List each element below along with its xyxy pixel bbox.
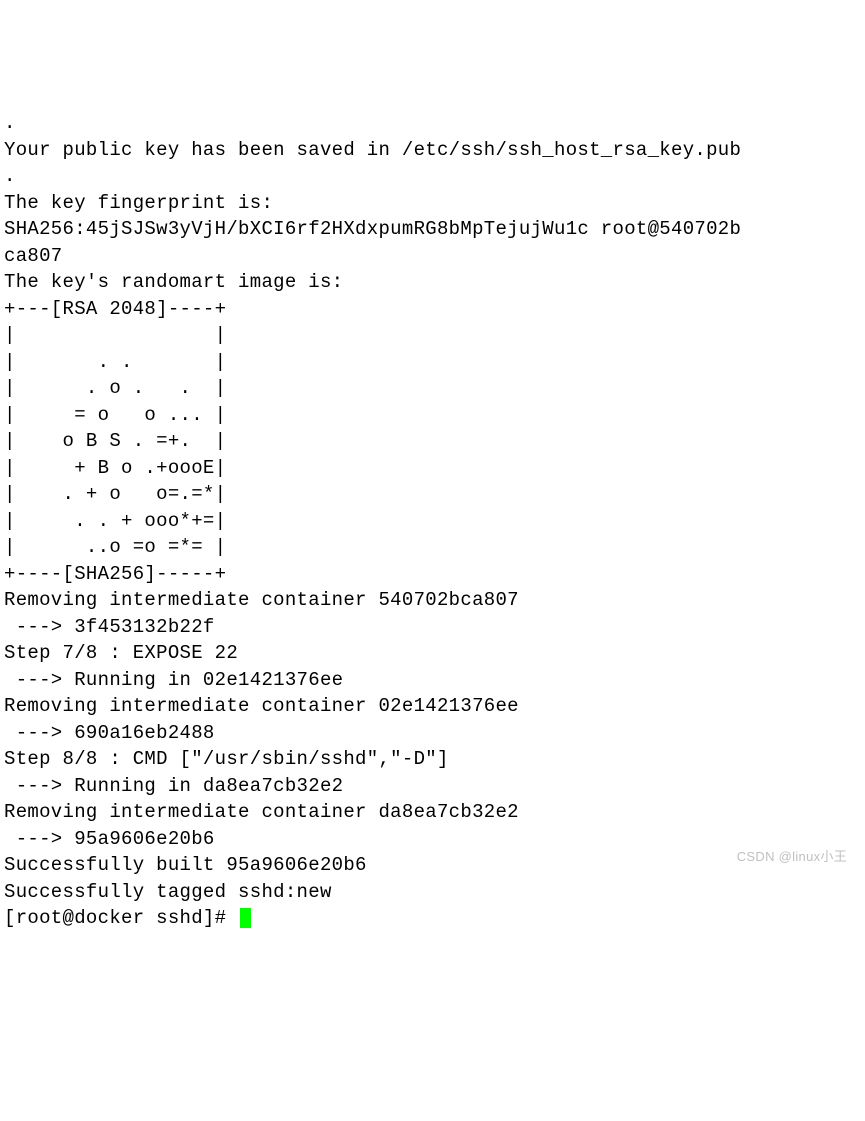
shell-prompt: [root@docker sshd]# (4, 905, 238, 932)
terminal-output: . Your public key has been saved in /etc… (4, 110, 861, 905)
shell-prompt-line[interactable]: [root@docker sshd]# (4, 905, 861, 932)
cursor-icon (240, 908, 251, 928)
watermark: CSDN @linux小王 (737, 844, 847, 871)
